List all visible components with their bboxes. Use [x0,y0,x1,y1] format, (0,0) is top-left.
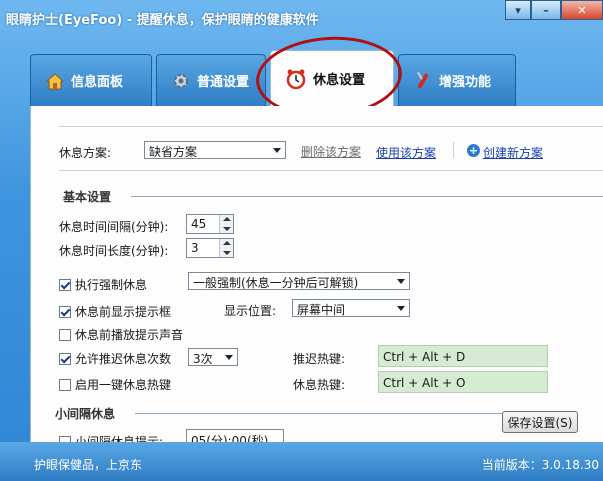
tab-label: 普通设置 [197,75,250,90]
chevron-down-icon [397,279,405,284]
micro-break-title: 小间隔休息 [55,407,116,421]
duration-spinner[interactable]: 3 [186,238,234,258]
tool-icon [413,71,433,91]
prompt-box-label: 休息前显示提示框 [75,305,172,319]
tab-info-panel[interactable]: 信息面板 [30,54,152,106]
delay-hotkey-field[interactable]: Ctrl + Alt + D [378,345,548,367]
pin-button[interactable]: ▾ [505,0,531,20]
create-scheme-link[interactable]: 创建新方案 [483,144,543,161]
add-icon[interactable]: + [467,144,480,157]
force-mode-value: 一般强制(休息一分钟后可解锁) [193,276,359,290]
status-bar: 护眼保健品，上京东 当前版本：3.0.18.30 [0,442,603,481]
checkbox-icon[interactable] [59,378,71,391]
delay-count-value: 3次 [193,352,213,366]
checkbox-icon[interactable] [59,305,71,318]
window-controls: ▾ – ✕ [505,0,603,20]
interval-label: 休息时间间隔(分钟): [59,220,169,234]
rest-hotkey-field[interactable]: Ctrl + Alt + O [378,371,548,393]
minimize-icon: – [543,3,549,17]
chevron-down-icon [273,148,281,153]
tab-label: 增强功能 [439,75,492,90]
tab-label: 信息面板 [71,75,124,90]
force-mode-select[interactable]: 一般强制(休息一分钟后可解锁) [188,272,410,290]
checkbox-icon[interactable] [59,352,71,365]
duration-value: 3 [191,241,199,255]
force-rest-label: 执行强制休息 [75,278,148,292]
window-title: 眼睛护士(EyeFoo) - 提醒休息，保护眼睛的健康软件 [6,13,319,28]
close-icon: ✕ [577,3,587,17]
rest-hotkey-checkbox[interactable]: 启用一键休息热键 [59,376,171,393]
chevron-down-icon [225,355,233,360]
close-button[interactable]: ✕ [561,0,603,20]
tab-general-settings[interactable]: 普通设置 [156,54,266,106]
rest-hotkey-value: Ctrl + Alt + O [383,376,466,390]
section-divider [131,196,603,197]
gear-icon [171,71,191,91]
scheme-select-value: 缺省方案 [149,145,198,159]
pin-icon: ▾ [515,3,521,17]
delay-count-select[interactable]: 3次 [188,348,238,366]
interval-value: 45 [191,217,207,231]
scheme-label: 休息方案: [59,146,112,160]
use-scheme-link[interactable]: 使用该方案 [376,144,436,161]
save-settings-button[interactable]: 保存设置(S) [502,411,578,433]
app-window: 眼睛护士(EyeFoo) - 提醒休息，保护眼睛的健康软件 ▾ – ✕ 信息面板… [0,0,603,481]
duration-label: 休息时间长度(分钟): [59,244,169,258]
divider [59,170,603,171]
delay-checkbox[interactable]: 允许推迟休息次数 [59,350,171,367]
position-value: 屏幕中间 [297,303,346,317]
position-select[interactable]: 屏幕中间 [292,299,410,317]
minimize-button[interactable]: – [531,0,561,20]
divider [59,126,603,127]
micro-prompt-spinner[interactable]: 05(分):00(秒) [186,429,284,448]
spinner-buttons[interactable] [219,239,233,257]
delay-hotkey-value: Ctrl + Alt + D [383,350,466,364]
rest-hotkey-label: 休息热键: [293,378,346,392]
settings-panel: 休息方案: 缺省方案 删除该方案 使用该方案 + 创建新方案 基本设置 休息时间… [30,106,603,449]
version-label: 当前版本：3.0.18.30 [481,458,599,472]
sound-label: 休息前播放提示声音 [75,328,184,342]
delay-label: 允许推迟休息次数 [75,352,172,366]
promo-link[interactable]: 护眼保健品，上京东 [34,456,142,473]
delay-hotkey-label: 推迟热键: [293,352,346,366]
position-label: 显示位置: [224,304,277,318]
delete-scheme-link[interactable]: 删除该方案 [301,143,361,160]
scheme-select[interactable]: 缺省方案 [144,141,286,159]
basic-settings-title: 基本设置 [63,190,112,204]
house-icon [45,71,65,91]
interval-spinner[interactable]: 45 [186,214,234,234]
sound-checkbox[interactable]: 休息前播放提示声音 [59,326,183,343]
section-divider [135,413,505,414]
rest-hotkey-enable-label: 启用一键休息热键 [75,378,172,392]
checkbox-icon[interactable] [59,278,71,291]
checkbox-icon[interactable] [59,328,71,341]
force-rest-checkbox[interactable]: 执行强制休息 [59,276,147,293]
prompt-box-checkbox[interactable]: 休息前显示提示框 [59,303,171,320]
chevron-down-icon [397,306,405,311]
spinner-buttons[interactable] [219,215,233,233]
tab-enhanced-features[interactable]: 增强功能 [398,54,516,106]
divider [453,142,454,158]
